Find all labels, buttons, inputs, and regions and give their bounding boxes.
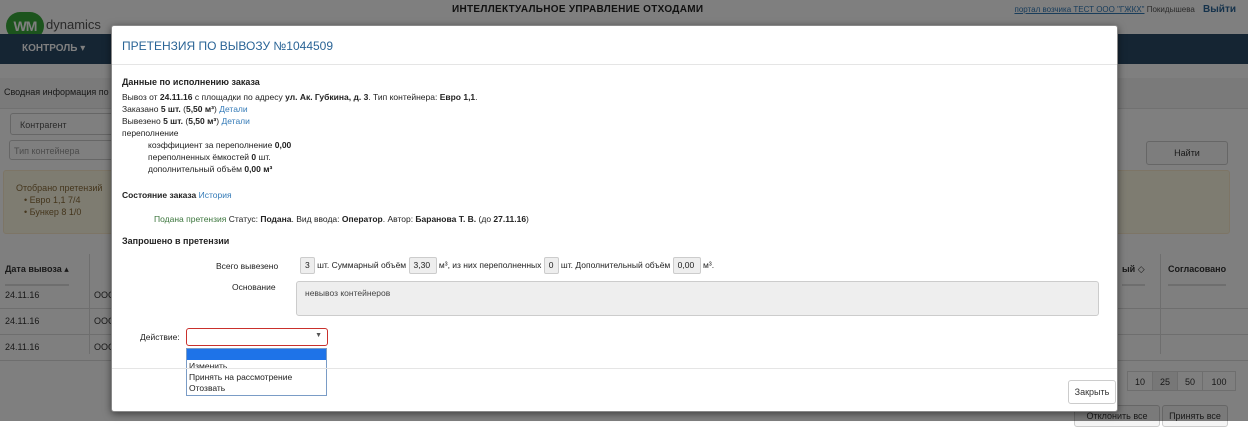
chevron-down-icon: ▼ (315, 332, 322, 339)
ordered-line: Заказано 5 шт. (5,50 м³) Детали (122, 104, 248, 114)
option-withdraw[interactable]: Отозвать (189, 383, 225, 393)
history-link[interactable]: История (199, 190, 232, 200)
total-removed-field: 3 (300, 257, 315, 274)
total-volume-field: 3,30 (408, 257, 437, 274)
request-values-row: 3 шт. Суммарный объём 3,30 м³, из них пе… (300, 257, 714, 274)
option-accept-for-review[interactable]: Принять на рассмотрение (189, 372, 292, 382)
close-button[interactable]: Закрыть (1068, 380, 1116, 404)
action-dropdown: Изменить Принять на рассмотрение Отозват… (186, 348, 327, 396)
basis-label: Основание (232, 282, 276, 292)
overfilled-count: переполненных ёмкостей 0 шт. (148, 152, 271, 162)
claim-modal: ПРЕТЕНЗИЯ ПО ВЫВОЗУ №1044509 Данные по и… (111, 25, 1118, 412)
extra-volume: дополнительный объём 0,00 м³ (148, 164, 273, 174)
request-heading: Запрошено в претензии (122, 236, 230, 246)
overflow-label: переполнение (122, 128, 179, 138)
execution-heading: Данные по исполнению заказа (122, 77, 260, 87)
overfilled-field: 0 (543, 257, 559, 274)
modal-title: ПРЕТЕНЗИЯ ПО ВЫВОЗУ №1044509 (122, 39, 334, 53)
basis-textarea: невывоз контейнеров (296, 281, 1099, 316)
removed-line: Вывезено 5 шт. (5,50 м³) Детали (122, 116, 250, 126)
option-empty-highlighted[interactable] (187, 349, 326, 360)
modal-header: ПРЕТЕНЗИЯ ПО ВЫВОЗУ №1044509 (112, 26, 1117, 65)
action-label: Действие: (140, 332, 180, 342)
total-removed-label: Всего вывезено (216, 261, 279, 271)
removed-details-link[interactable]: Детали (221, 116, 249, 126)
extra-volume-field: 0,00 (672, 257, 701, 274)
claim-status-line: Подана претензия Статус: Подана. Вид вво… (154, 214, 529, 224)
option-edit[interactable]: Изменить (189, 361, 227, 371)
pickup-line: Вывоз от 24.11.16 с площадки по адресу у… (122, 92, 478, 102)
modal-footer-divider (112, 368, 1117, 369)
overflow-coef: коэффициент за переполнение 0,00 (148, 140, 292, 150)
ordered-details-link[interactable]: Детали (219, 104, 247, 114)
order-status-heading: Состояние заказа История (122, 190, 232, 200)
action-select[interactable]: ▼ (186, 328, 328, 346)
